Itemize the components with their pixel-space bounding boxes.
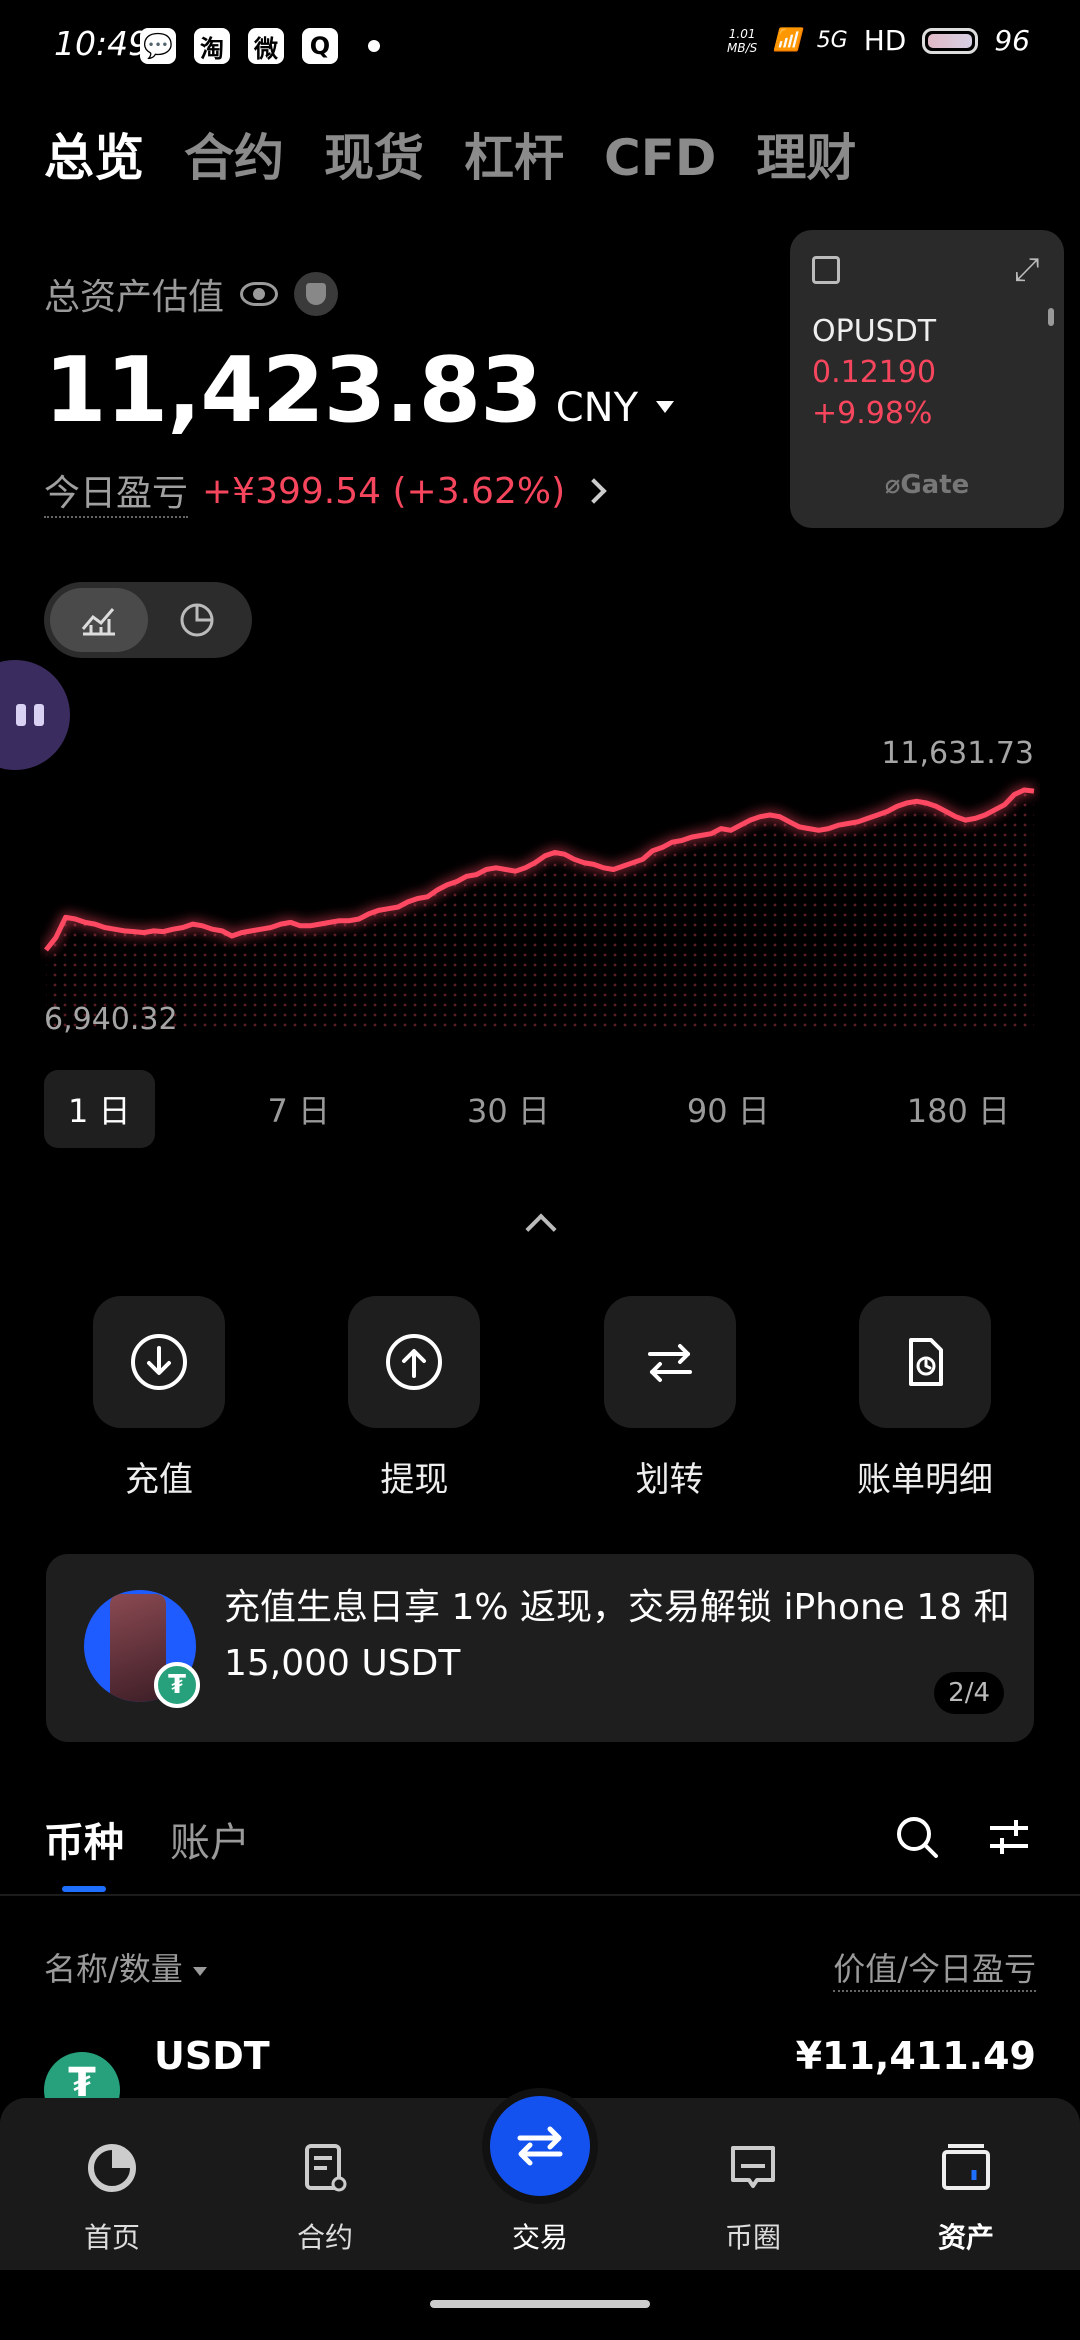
more-notifications-icon xyxy=(368,40,380,52)
promo-banner[interactable]: ₮ 充值生息日享 1% 返现，交易解锁 iPhone 18 和 15,000 U… xyxy=(46,1554,1034,1742)
currency-selector[interactable]: CNY xyxy=(556,385,638,431)
bill-icon xyxy=(908,1338,943,1386)
usdt-badge-icon: ₮ xyxy=(154,1662,200,1708)
caret-down-icon xyxy=(192,1967,207,1976)
total-assets-label: 总资产估值 xyxy=(44,277,225,318)
range-1d[interactable]: 1 日 xyxy=(44,1070,155,1148)
qq-icon: Q xyxy=(302,28,338,64)
range-90d[interactable]: 90 日 xyxy=(663,1070,794,1148)
withdraw-button[interactable]: 提现 xyxy=(347,1296,481,1501)
wechat-icon: 💬 xyxy=(140,28,176,64)
battery-icon xyxy=(922,27,979,54)
weibo-icon: 微 xyxy=(248,28,284,64)
expand-icon[interactable] xyxy=(1014,250,1042,289)
tab-futures[interactable]: 合约 xyxy=(184,118,284,190)
widget-scrollbar xyxy=(1048,308,1054,326)
shield-icon[interactable] xyxy=(294,272,339,316)
active-tab-indicator xyxy=(62,1886,106,1892)
today-pnl[interactable]: 今日盈亏 +¥399.54 (+3.62%) xyxy=(44,464,607,518)
nav-assets[interactable]: 资产 xyxy=(896,2140,1036,2256)
floating-ticker-widget[interactable]: OPUSDT 0.12190 +9.98% ⌀Gate xyxy=(790,230,1064,528)
holdings-header: 名称/数量 价值/今日盈亏 xyxy=(44,1944,1036,1992)
notification-icons: 💬 淘 微 Q xyxy=(140,28,380,64)
filter-icon[interactable] xyxy=(986,1814,1032,1860)
futures-icon xyxy=(305,2144,347,2192)
search-icon[interactable] xyxy=(894,1814,940,1860)
withdraw-icon xyxy=(386,1334,443,1390)
line-chart-icon xyxy=(81,608,115,636)
tab-cfd[interactable]: CFD xyxy=(604,129,716,187)
status-bar: 10:49 💬 淘 微 Q 1.01 MB/S 📶 5G HD 96 xyxy=(0,0,1080,92)
quick-actions: 充值 提现 划转 账单明细 xyxy=(92,1296,993,1501)
banner-pager: 2/4 xyxy=(934,1672,1004,1714)
total-assets: 11,423.83 CNY xyxy=(44,338,675,443)
today-pnl-value: +¥399.54 (+3.62%) xyxy=(202,470,566,512)
wifi-icon: 📶 xyxy=(773,28,801,53)
trade-label: 交易 xyxy=(511,2221,568,2254)
asset-line-chart[interactable] xyxy=(40,730,1040,1040)
system-icons: 1.01 MB/S 📶 5G HD 96 xyxy=(727,24,1030,57)
tab-spot[interactable]: 现货 xyxy=(324,118,424,190)
minimize-icon[interactable] xyxy=(812,256,840,284)
value-pnl-header[interactable]: 价值/今日盈亏 xyxy=(833,1944,1036,1992)
battery-level: 96 xyxy=(994,24,1030,57)
sort-by-name[interactable]: 名称/数量 xyxy=(44,1944,207,1992)
coin-value: ¥11,411.49 xyxy=(795,2034,1036,2078)
caret-down-icon[interactable] xyxy=(656,401,675,413)
eye-icon[interactable] xyxy=(240,282,279,306)
home-indicator[interactable] xyxy=(430,2300,650,2308)
net-speed: 1.01 MB/S xyxy=(727,26,758,55)
chart-area-fill xyxy=(46,790,1034,1030)
chevron-up-icon[interactable] xyxy=(525,1213,557,1245)
tab-currency[interactable]: 币种 xyxy=(44,1810,124,1868)
deposit-button[interactable]: 充值 xyxy=(92,1296,226,1501)
status-time: 10:49 xyxy=(54,24,150,63)
ticker-price: 0.12190 xyxy=(812,355,937,390)
hd-indicator: HD xyxy=(863,24,907,57)
home-icon xyxy=(88,2144,136,2192)
taobao-icon: 淘 xyxy=(194,28,230,64)
gate-logo: ⌀Gate xyxy=(884,470,970,500)
asset-tabs: 总览 合约 现货 杠杆 CFD 理财 xyxy=(44,118,856,190)
nav-futures[interactable]: 合约 xyxy=(255,2140,395,2256)
range-180d[interactable]: 180 日 xyxy=(883,1070,1034,1148)
promo-text: 充值生息日享 1% 返现，交易解锁 iPhone 18 和 15,000 USD… xyxy=(224,1587,1010,1684)
tab-margin[interactable]: 杠杆 xyxy=(464,118,564,190)
total-assets-value: 11,423.83 xyxy=(44,338,543,443)
chart-min-label: 6,940.32 xyxy=(44,1002,178,1037)
nav-community[interactable]: 币圈 xyxy=(683,2140,823,2256)
nav-home[interactable]: 首页 xyxy=(42,2140,182,2256)
swap-icon xyxy=(517,2126,563,2166)
range-7d[interactable]: 7 日 xyxy=(244,1070,355,1148)
chevron-right-icon[interactable] xyxy=(581,478,607,504)
divider xyxy=(0,1894,1080,1896)
ticker-change: +9.98% xyxy=(812,396,933,431)
tab-earn[interactable]: 理财 xyxy=(756,118,856,190)
tab-account[interactable]: 账户 xyxy=(170,1810,250,1868)
tab-overview[interactable]: 总览 xyxy=(44,118,144,190)
total-assets-header: 总资产估值 xyxy=(44,268,339,320)
bill-details-button[interactable]: 账单明细 xyxy=(857,1296,993,1501)
transfer-icon xyxy=(647,1344,692,1382)
pie-chart-toggle[interactable] xyxy=(148,588,246,652)
chart-type-toggle xyxy=(44,582,252,658)
holdings-tools xyxy=(894,1814,1032,1860)
range-30d[interactable]: 30 日 xyxy=(443,1070,574,1148)
time-range-tabs: 1 日 7 日 30 日 90 日 180 日 xyxy=(44,1070,1034,1148)
transfer-button[interactable]: 划转 xyxy=(603,1296,737,1501)
wallet-icon xyxy=(942,2144,990,2190)
line-chart-toggle[interactable] xyxy=(50,588,148,652)
pie-chart-icon xyxy=(180,603,214,637)
coin-name: USDT xyxy=(154,2034,270,2078)
signal-5g: 5G xyxy=(816,28,848,53)
deposit-icon xyxy=(131,1334,187,1390)
today-pnl-label: 今日盈亏 xyxy=(44,464,189,518)
community-icon xyxy=(731,2146,775,2188)
trade-button[interactable] xyxy=(482,2088,598,2204)
ticker-pair: OPUSDT xyxy=(812,314,937,349)
holdings-tabs: 币种 账户 xyxy=(44,1810,250,1868)
